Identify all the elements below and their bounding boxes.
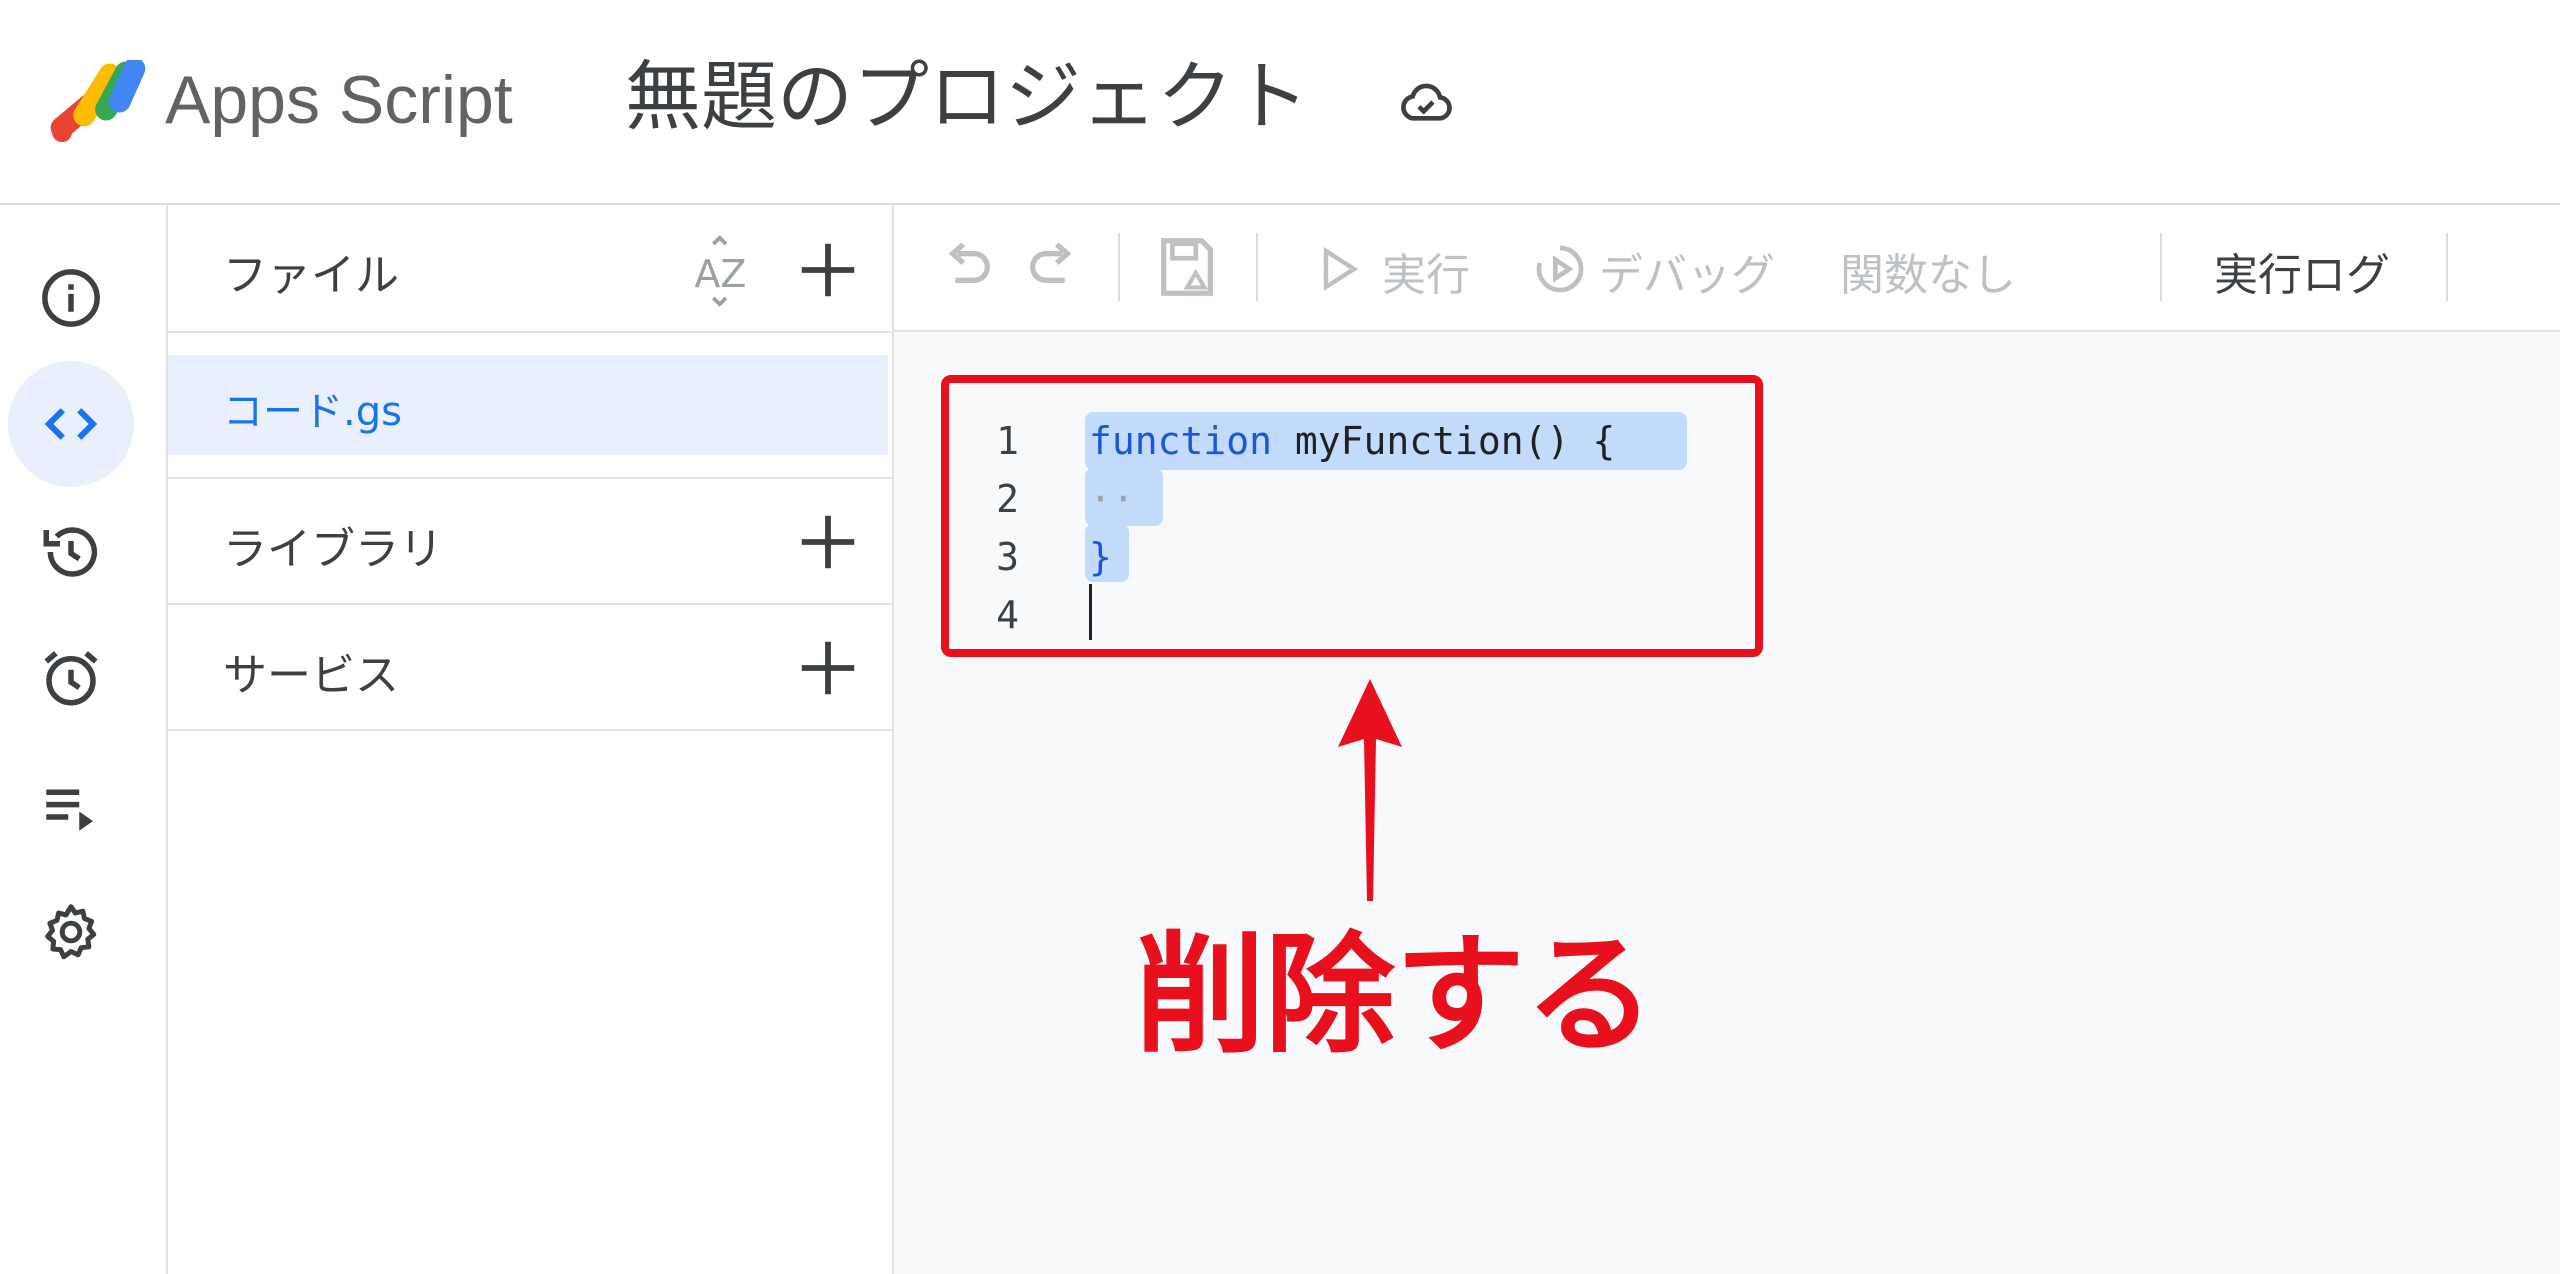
function-select[interactable]: 関数なし [1840,239,2016,303]
left-navigation-rail [0,205,168,1274]
rail-overview-button[interactable] [8,235,134,361]
files-section-header: ファイル AZ [168,205,892,333]
debug-icon[interactable] [1532,241,1588,297]
alarm-icon [44,651,98,706]
add-service-plus-icon[interactable] [793,633,863,703]
add-file-plus-icon[interactable] [793,235,863,305]
debug-button[interactable]: デバッグ [1599,239,1775,303]
gear-icon [45,904,97,960]
executions-icon [46,789,93,831]
code-icon [44,408,98,440]
toolbar-separator [2446,233,2448,301]
file-name: コード.gs [223,389,402,435]
files-panel: ファイル AZ コード.gs ライブラリ サービス [168,205,894,1274]
app-name: Apps Script [165,62,513,138]
apps-script-logo-icon [50,60,146,142]
run-play-icon[interactable] [1314,245,1362,293]
files-label: ファイル [223,250,399,301]
services-section: サービス [168,605,892,731]
annotation-highlight-box [941,375,1763,657]
history-icon [43,527,98,577]
libraries-section: ライブラリ [168,479,892,605]
sort-az-icon[interactable]: AZ [688,233,764,309]
header: Apps Script 無題のプロジェクト [0,0,2560,205]
toolbar-separator [2160,233,2162,301]
undo-icon[interactable] [934,235,998,299]
info-icon [42,269,100,327]
execution-log-button[interactable]: 実行ログ [2214,239,2390,303]
editor-toolbar: 実行 デバッグ 関数なし 実行ログ [894,205,2560,332]
redo-icon[interactable] [1022,235,1086,299]
rail-editor-button[interactable] [8,361,134,487]
add-library-plus-icon[interactable] [793,507,863,577]
file-item-code-gs[interactable]: コード.gs [168,355,888,455]
project-title[interactable]: 無題のプロジェクト [625,52,1309,142]
apps-script-window: Apps Script 無題のプロジェクト ファイル AZ コード.gs ライブ… [0,0,2560,1274]
rail-versions-button[interactable] [8,489,134,615]
toolbar-separator [1256,233,1258,301]
annotation-arrow-up-icon [1338,679,1402,901]
save-drive-icon[interactable] [1152,232,1222,302]
rail-executions-button[interactable] [8,743,134,869]
services-label: サービス [223,650,399,701]
libraries-label: ライブラリ [223,524,443,575]
toolbar-separator [1118,233,1120,301]
rail-triggers-button[interactable] [8,615,134,741]
cloud-saved-icon[interactable] [1398,74,1454,130]
run-button[interactable]: 実行 [1382,239,1470,303]
svg-text:AZ: AZ [694,252,746,296]
annotation-text: 削除する [1135,919,1656,1071]
rail-settings-button[interactable] [8,869,134,995]
